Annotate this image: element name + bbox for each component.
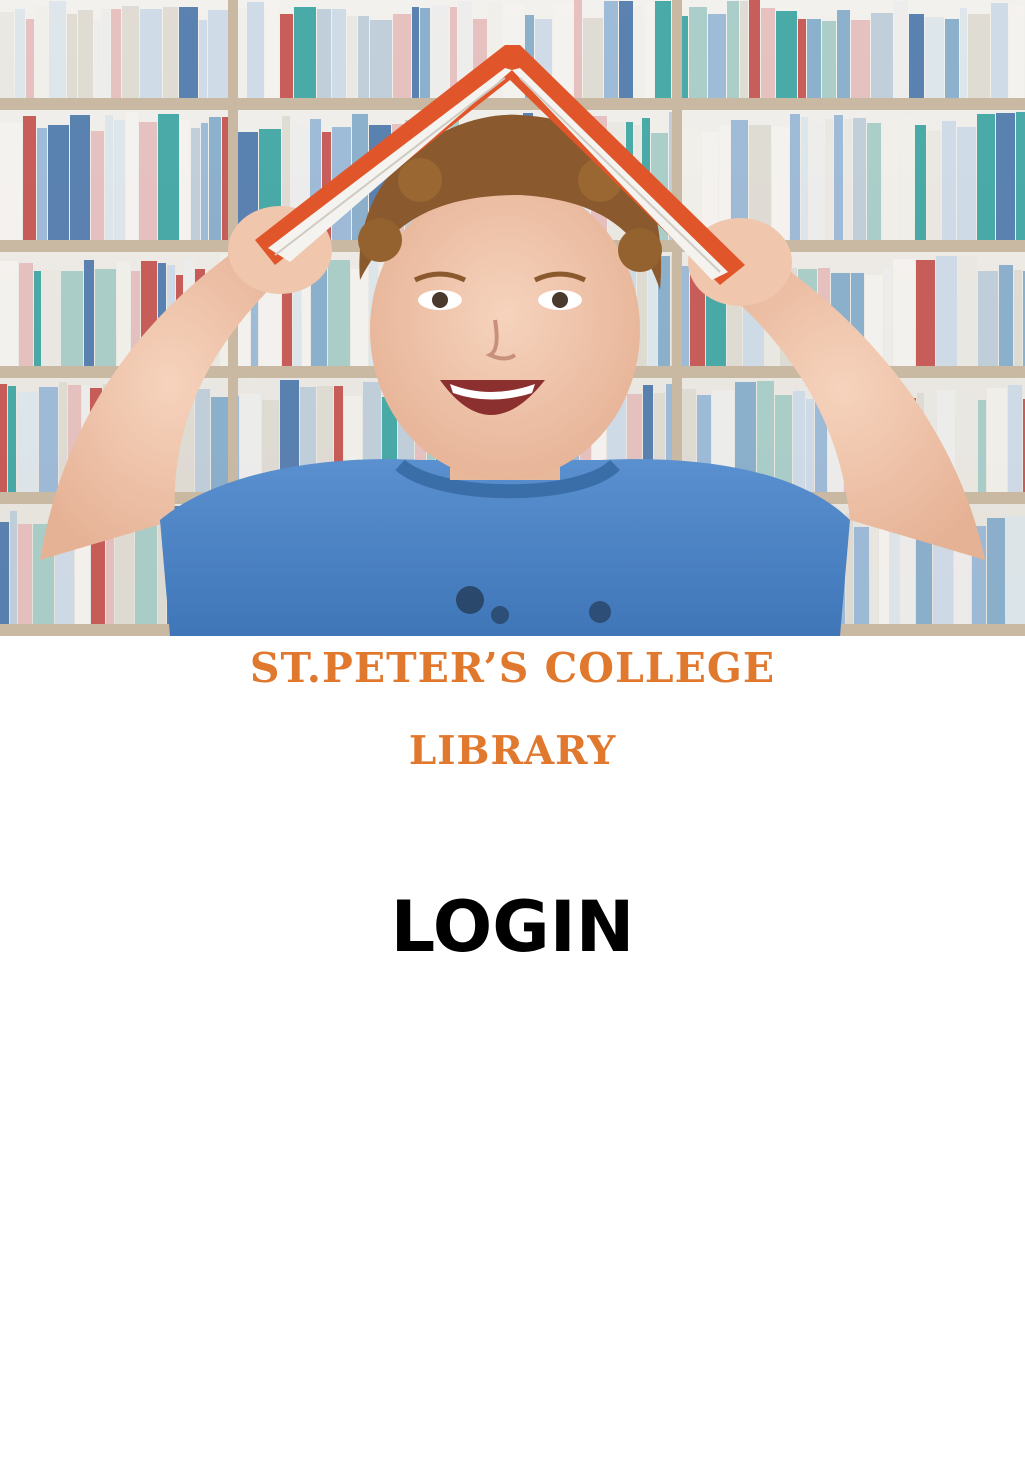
college-name: ST.PETER’S COLLEGE — [249, 644, 776, 692]
hero-photo — [0, 0, 1025, 636]
library-illustration — [0, 0, 1025, 636]
library-title: LIBRARY — [408, 728, 617, 774]
login-button[interactable]: LOGIN — [0, 886, 1025, 968]
